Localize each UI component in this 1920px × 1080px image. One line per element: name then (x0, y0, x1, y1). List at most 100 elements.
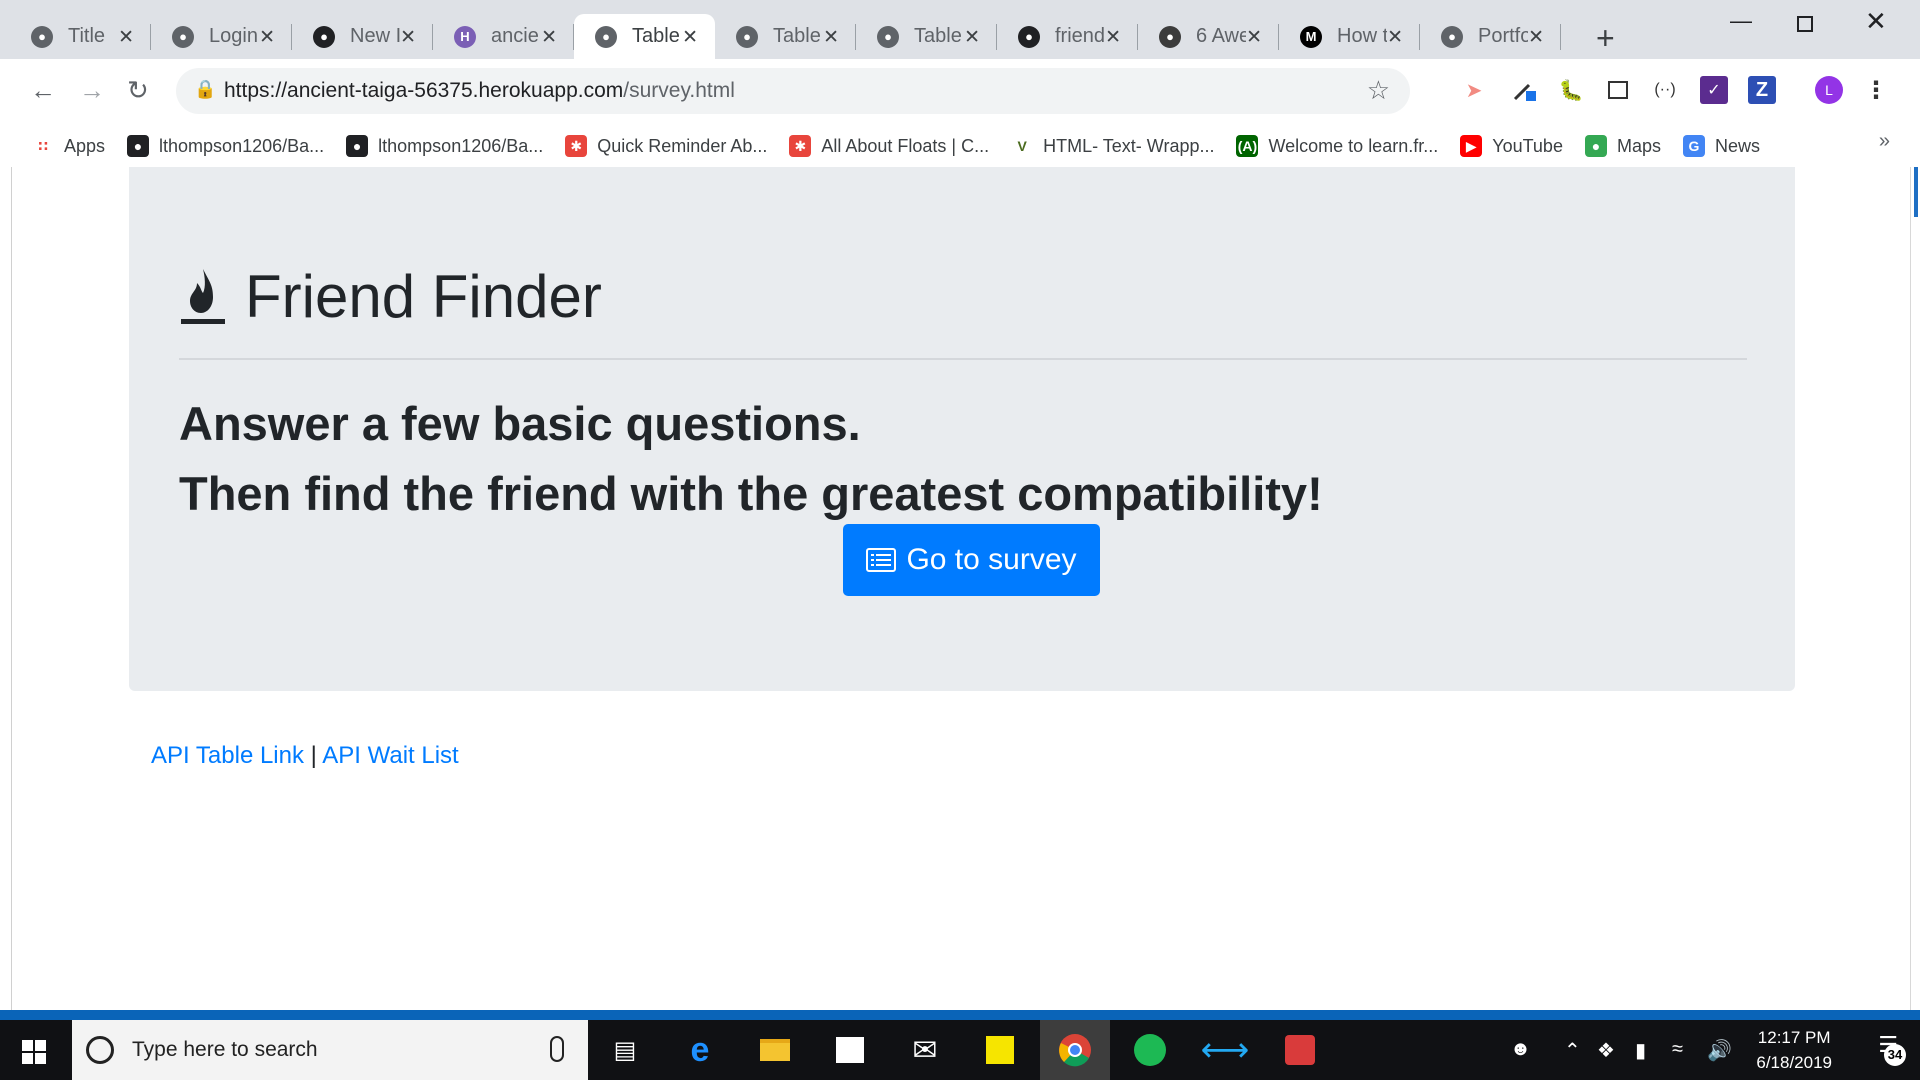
windows-start-icon[interactable] (22, 1040, 46, 1069)
profile-avatar[interactable]: L (1815, 76, 1843, 104)
lead-line-1: Answer a few basic questions. (179, 397, 861, 450)
file-explorer-icon[interactable] (740, 1020, 810, 1080)
bookmark-item[interactable]: G News (1682, 135, 1760, 157)
v-icon: V (1017, 138, 1027, 154)
bookmark-item[interactable]: ● lthompson1206/Ba... (127, 135, 324, 157)
tab-close-icon[interactable]: ✕ (541, 26, 557, 49)
tab-close-icon[interactable]: ✕ (259, 26, 275, 49)
spotify-icon[interactable] (1115, 1020, 1185, 1080)
extension-check-icon[interactable]: ✓ (1700, 76, 1728, 104)
lead-text: Answer a few basic questions. Then find … (179, 389, 1323, 529)
freecodecamp-icon: (A) (1236, 135, 1259, 157)
tab-close-icon[interactable]: ✕ (1387, 26, 1403, 49)
gitkraken-icon[interactable] (1265, 1020, 1335, 1080)
extension-json-icon[interactable]: (··) (1651, 76, 1679, 104)
tab-close-icon[interactable]: ✕ (1105, 26, 1121, 49)
bookmark-item[interactable]: (A) Welcome to learn.fr... (1236, 135, 1438, 157)
tab-close-icon[interactable]: ✕ (400, 26, 416, 49)
volume-icon[interactable]: 🔊 (1707, 1038, 1732, 1063)
tab-close-icon[interactable]: ✕ (682, 26, 698, 49)
browser-tab[interactable]: ● Table ✕ (856, 14, 997, 59)
reload-icon[interactable]: ↻ (127, 75, 149, 106)
browser-tab[interactable]: ● Login ✕ (151, 14, 292, 59)
extension-z-icon[interactable]: Z (1748, 76, 1776, 104)
tab-close-icon[interactable]: ✕ (1246, 26, 1262, 49)
tab-close-icon[interactable]: ✕ (1528, 26, 1544, 49)
fire-icon (181, 269, 225, 324)
browser-tab[interactable]: Hancie ✕ (433, 14, 574, 59)
bookmark-star-icon[interactable]: ☆ (1367, 75, 1390, 106)
browser-tab[interactable]: ● friend ✕ (997, 14, 1138, 59)
bookmark-item[interactable]: ● Maps (1584, 135, 1661, 157)
extension-cast-icon[interactable]: ➤ (1460, 76, 1488, 104)
address-bar[interactable]: 🔒 https://ancient-taiga-56375.herokuapp.… (176, 68, 1410, 114)
tab-title: friend (1055, 25, 1105, 47)
tab-close-icon[interactable]: ✕ (964, 26, 980, 49)
tab-title: 6 Awe (1196, 25, 1246, 47)
browser-tab[interactable]: M How t ✕ (1279, 14, 1420, 59)
minimize-icon[interactable]: — (1730, 8, 1752, 34)
sticky-notes-icon[interactable] (965, 1020, 1035, 1080)
cortana-icon (86, 1036, 114, 1064)
action-center-icon[interactable]: ☰ 34 (1878, 1032, 1906, 1066)
bookmark-item[interactable]: ∷ Apps (32, 135, 105, 157)
tab-title: Table (632, 25, 680, 47)
menu-kebab-icon[interactable]: ⋮ (1862, 76, 1890, 104)
store-icon[interactable] (815, 1020, 885, 1080)
api-table-link[interactable]: API Table Link (151, 742, 304, 769)
go-to-survey-button[interactable]: Go to survey (843, 524, 1100, 596)
lead-line-2: Then find the friend with the greatest c… (179, 467, 1323, 520)
url-text[interactable]: https://ancient-taiga-56375.herokuapp.co… (224, 79, 735, 103)
browser-tab[interactable]: ● Table ✕ (574, 14, 715, 59)
globe-icon: ● (595, 25, 617, 48)
forward-arrow-icon[interactable]: → (79, 75, 105, 106)
battery-icon[interactable]: ▮ (1635, 1038, 1646, 1063)
extension-screenshot-icon[interactable] (1604, 76, 1632, 104)
new-tab-button[interactable]: + (1596, 22, 1615, 54)
bookmark-item[interactable]: ● lthompson1206/Ba... (346, 135, 543, 157)
back-arrow-icon[interactable]: ← (30, 75, 56, 106)
maximize-icon[interactable] (1797, 12, 1813, 38)
bookmark-label: Apps (64, 135, 106, 156)
globe-icon: ● (31, 25, 53, 48)
edge-browser-icon[interactable]: e (665, 1020, 735, 1080)
taskbar-clock[interactable]: 12:17 PM 6/18/2019 (1756, 1025, 1832, 1075)
bookmark-item[interactable]: ✱ All About Floats | C... (789, 135, 989, 157)
tab-title: Title (68, 25, 106, 47)
browser-tab[interactable]: ● New I ✕ (292, 14, 433, 59)
dropbox-icon[interactable]: ❖ (1597, 1038, 1615, 1063)
github-icon: ● (346, 135, 369, 157)
github-icon: ● (127, 135, 150, 157)
browser-tab[interactable]: ● Table ✕ (715, 14, 856, 59)
browser-tab[interactable]: ● 6 Awe ✕ (1138, 14, 1279, 59)
tab-close-icon[interactable]: ✕ (118, 26, 134, 49)
bookmark-item[interactable]: ✱ Quick Reminder Ab... (565, 135, 767, 157)
url-path: /survey.html (623, 79, 735, 102)
browser-toolbar: ← → ↻ 🔒 https://ancient-taiga-56375.hero… (0, 59, 1920, 125)
people-icon[interactable]: ☻ (1510, 1038, 1531, 1061)
task-view-icon[interactable]: ▤ (590, 1020, 660, 1080)
api-wait-list-link[interactable]: API Wait List (322, 742, 458, 769)
bookmarks-bar: ∷ Apps ● lthompson1206/Ba... ● lthompson1206/… (0, 125, 1920, 167)
tray-expand-icon[interactable]: ⌃ (1564, 1038, 1581, 1063)
asterisk-icon: ✱ (789, 135, 812, 157)
bookmark-item[interactable]: V HTML- Text- Wrapp... (1011, 135, 1214, 157)
bookmark-item[interactable]: ▶ YouTube (1460, 135, 1563, 157)
jumbotron: Friend Finder Answer a few basic questio… (129, 167, 1795, 691)
chrome-taskbar-icon[interactable] (1040, 1020, 1110, 1080)
vscode-icon[interactable]: ⟷ (1190, 1020, 1260, 1080)
microphone-icon[interactable] (550, 1036, 564, 1062)
tab-strip: ● Title ✕ ● Login ✕ ● New I ✕ Hancie ✕ ● Table ✕ ● Tabl… (10, 14, 1561, 59)
tab-close-icon[interactable]: ✕ (823, 26, 839, 49)
extension-eyedropper-icon[interactable] (1510, 76, 1538, 104)
close-window-icon[interactable]: ✕ (1865, 6, 1887, 37)
wifi-icon[interactable]: ≈ (1672, 1038, 1683, 1061)
tab-title: How t (1337, 25, 1387, 47)
extension-bug-icon[interactable]: 🐛 (1557, 76, 1585, 104)
browser-tab[interactable]: ● Title ✕ (10, 14, 151, 59)
bookmarks-overflow-icon[interactable]: » (1879, 130, 1890, 153)
taskbar-search-box[interactable]: Type here to search (72, 1020, 588, 1080)
mail-icon[interactable]: ✉ (890, 1020, 960, 1080)
browser-tab[interactable]: ● Portfo ✕ (1420, 14, 1561, 59)
apps-grid-icon: ∷ (38, 137, 48, 154)
